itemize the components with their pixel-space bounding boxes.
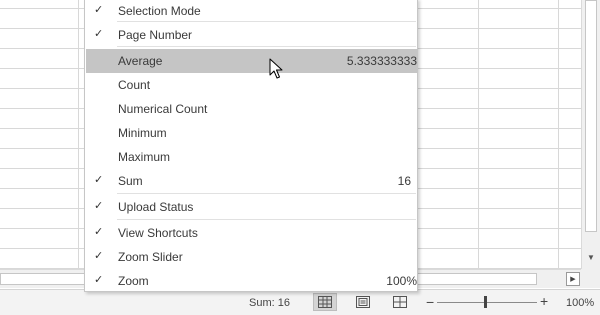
zoom-slider-track[interactable] xyxy=(437,302,537,303)
menu-item-label: Average xyxy=(118,54,163,68)
menu-item-label: View Shortcuts xyxy=(118,226,198,240)
menu-item-label: Sum xyxy=(118,174,143,188)
status-sum[interactable]: Sum: 16 xyxy=(249,297,290,309)
menu-item-value: 16 xyxy=(397,174,411,188)
menu-item-upload-status[interactable]: ✓ Upload Status xyxy=(86,195,417,219)
menu-item-label: Minimum xyxy=(118,126,167,140)
zoom-out-button[interactable]: − xyxy=(426,294,434,310)
scrollbar-corner xyxy=(581,269,600,288)
menu-item-count[interactable]: Count xyxy=(86,73,417,97)
checkmark-icon: ✓ xyxy=(94,174,104,186)
customize-status-bar-menu: ✓ Selection Mode ✓ Page Number Average 5… xyxy=(84,0,418,292)
menu-separator xyxy=(117,21,416,22)
page-layout-icon xyxy=(356,296,370,308)
checkmark-icon: ✓ xyxy=(94,4,104,16)
menu-item-page-number[interactable]: ✓ Page Number xyxy=(86,23,417,47)
menu-item-minimum[interactable]: Minimum xyxy=(86,121,417,145)
normal-view-button[interactable] xyxy=(313,293,337,311)
checkmark-icon: ✓ xyxy=(94,226,104,238)
menu-separator xyxy=(117,219,416,220)
vertical-scrollbar[interactable]: ▼ xyxy=(581,0,600,269)
menu-item-label: Zoom xyxy=(118,274,149,288)
zoom-slider-handle[interactable] xyxy=(484,296,487,308)
menu-item-label: Count xyxy=(118,78,151,92)
menu-item-zoom-slider[interactable]: ✓ Zoom Slider xyxy=(86,245,417,269)
menu-item-label: Selection Mode xyxy=(118,4,201,18)
menu-separator xyxy=(117,46,416,47)
normal-view-icon xyxy=(318,296,332,308)
menu-item-label: Upload Status xyxy=(118,200,194,214)
checkmark-icon: ✓ xyxy=(94,274,104,286)
mouse-pointer-icon xyxy=(269,58,283,79)
menu-item-numerical-count[interactable]: Numerical Count xyxy=(86,97,417,121)
menu-item-view-shortcuts[interactable]: ✓ View Shortcuts xyxy=(86,221,417,245)
vertical-scroll-thumb[interactable] xyxy=(585,0,597,232)
menu-item-selection-mode[interactable]: ✓ Selection Mode xyxy=(86,0,417,23)
checkmark-icon: ✓ xyxy=(94,200,104,212)
menu-item-label: Numerical Count xyxy=(118,102,208,116)
menu-item-sum[interactable]: ✓ Sum 16 xyxy=(86,169,417,193)
zoom-level[interactable]: 100% xyxy=(566,297,594,309)
scroll-right-arrow-icon[interactable]: ▶ xyxy=(566,272,580,286)
menu-item-label: Zoom Slider xyxy=(118,250,183,264)
menu-item-value: 100% xyxy=(386,274,417,288)
menu-item-maximum[interactable]: Maximum xyxy=(86,145,417,169)
menu-separator xyxy=(117,193,416,194)
page-break-preview-button[interactable] xyxy=(388,293,412,311)
menu-item-label: Maximum xyxy=(118,150,171,164)
zoom-in-button[interactable]: + xyxy=(540,293,548,309)
menu-item-label: Page Number xyxy=(118,28,193,42)
page-break-preview-icon xyxy=(393,296,407,308)
menu-item-value: 5.333333333 xyxy=(346,54,417,68)
scroll-down-arrow-icon[interactable]: ▼ xyxy=(582,248,600,266)
page-layout-view-button[interactable] xyxy=(351,293,375,311)
menu-item-average[interactable]: Average 5.333333333 xyxy=(86,49,417,73)
menu-item-zoom[interactable]: ✓ Zoom 100% xyxy=(86,269,417,293)
checkmark-icon: ✓ xyxy=(94,250,104,262)
checkmark-icon: ✓ xyxy=(94,28,104,40)
